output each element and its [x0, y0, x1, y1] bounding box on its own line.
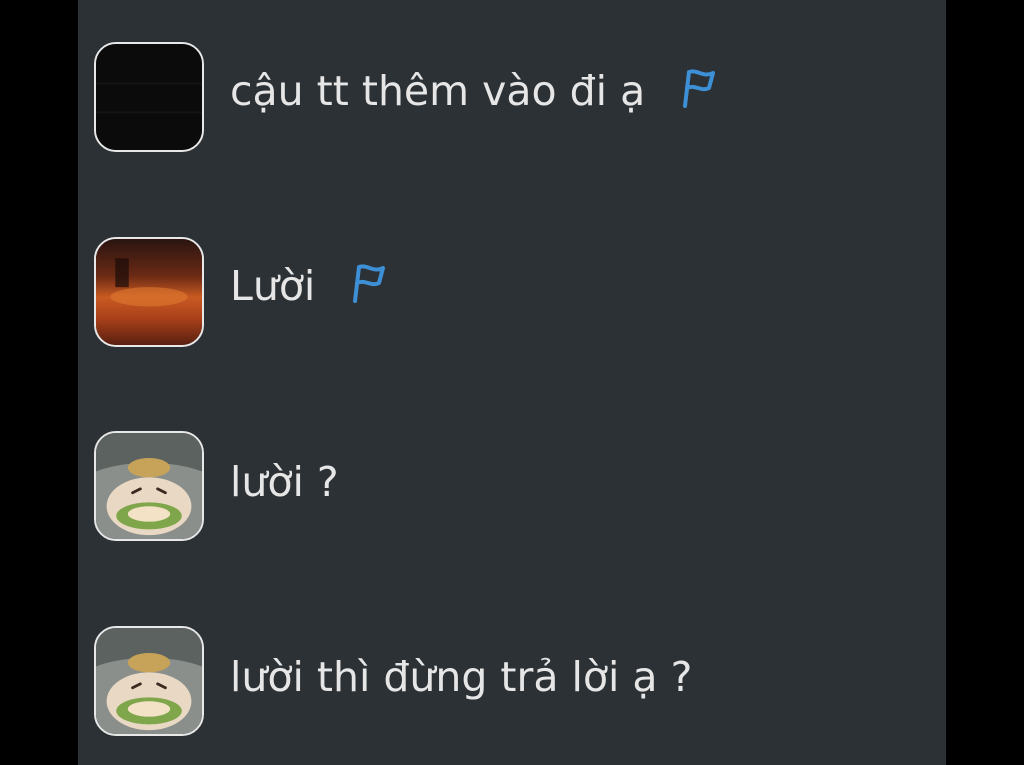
list-item[interactable]: cậu tt thêm vào đi ạ [94, 39, 721, 155]
message-label: lười thì đừng trả lời ạ ? [230, 652, 693, 701]
report-flag-icon[interactable] [347, 261, 391, 305]
message-text: lười thì đừng trả lời ạ ? [230, 656, 692, 698]
message-text: lười ? [230, 461, 339, 503]
list-item[interactable]: lười thì đừng trả lời ạ ? [94, 623, 692, 739]
message-label: Lười [230, 261, 316, 310]
list-item[interactable]: lười ? [94, 428, 339, 544]
message-label: cậu tt thêm vào đi ạ [230, 66, 646, 115]
cat-avatar-icon[interactable] [94, 626, 204, 736]
black-avatar-icon[interactable] [94, 42, 204, 152]
message-text: Lười [230, 263, 391, 311]
report-flag-icon[interactable] [677, 66, 721, 110]
fire-scene-avatar-icon[interactable] [94, 237, 204, 347]
message-text: cậu tt thêm vào đi ạ [230, 68, 721, 116]
message-label: lười ? [230, 457, 339, 506]
chat-panel: cậu tt thêm vào đi ạ Lười lười ? lười th… [78, 0, 946, 765]
cat-avatar-icon[interactable] [94, 431, 204, 541]
list-item[interactable]: Lười [94, 234, 391, 350]
